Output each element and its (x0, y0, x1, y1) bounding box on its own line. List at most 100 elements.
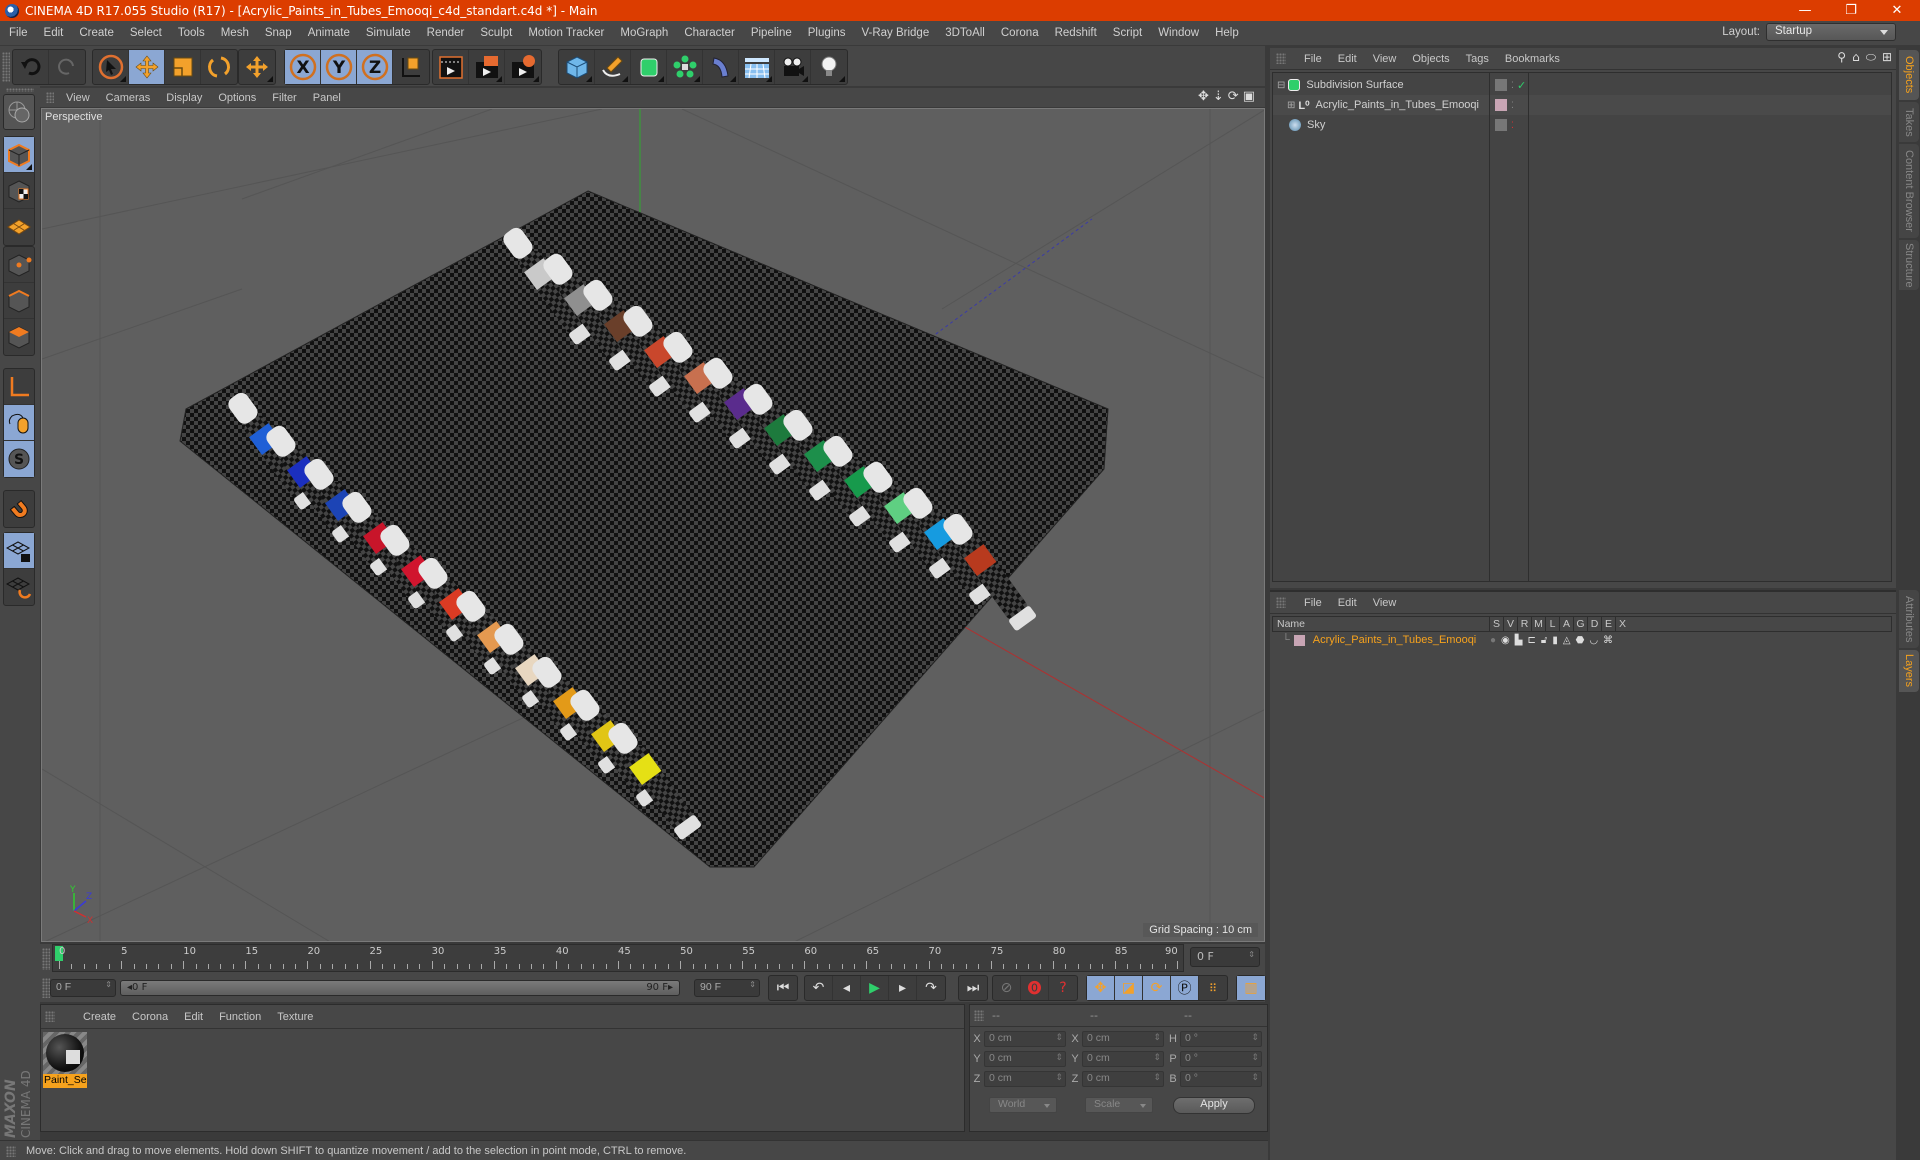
end-frame-field[interactable]: 90 F ⇕ (694, 979, 760, 997)
move-button[interactable] (129, 50, 165, 84)
bend-deformer-button[interactable] (703, 50, 739, 84)
menu-snap[interactable]: Snap (265, 27, 292, 39)
tweak-mode-button[interactable] (4, 405, 34, 441)
new-window-icon[interactable]: ⊞ (1882, 50, 1892, 65)
object-menu-objects[interactable]: Objects (1412, 53, 1449, 65)
layer-menu-edit[interactable]: Edit (1338, 597, 1357, 609)
viewport-menu-cameras[interactable]: Cameras (106, 92, 151, 104)
menu-sculpt[interactable]: Sculpt (480, 27, 512, 39)
menu-file[interactable]: File (9, 27, 28, 39)
layer-column-x[interactable]: X (1615, 617, 1629, 631)
viewport-menu-view[interactable]: View (66, 92, 90, 104)
generators-flag-icon[interactable]: ◬ (1563, 635, 1571, 646)
toggle-icon[interactable]: ⬭ (1866, 50, 1876, 65)
redo-button[interactable] (49, 50, 85, 84)
editor-visibility-icon[interactable] (1495, 119, 1507, 131)
workplane-align-button[interactable] (4, 569, 34, 605)
transform-mode-dropdown[interactable]: Scale (1085, 1097, 1153, 1113)
coordinates-grip[interactable] (974, 1010, 984, 1021)
keyframe-selection-button[interactable]: ? (1049, 976, 1077, 1000)
coordinate-mode-dropdown[interactable]: World (989, 1097, 1057, 1113)
layer-column-name[interactable]: Name (1273, 618, 1489, 630)
menu-plugins[interactable]: Plugins (808, 27, 846, 39)
menu-simulate[interactable]: Simulate (366, 27, 411, 39)
menu-select[interactable]: Select (130, 27, 162, 39)
workplane-lock-button[interactable] (4, 533, 34, 569)
render-flag-icon[interactable]: ▙ (1515, 635, 1523, 646)
timeline-ruler[interactable]: 0 5 10 15 20 25 30 35 40 45 50 55 60 65 70 75 80 85 90 (52, 944, 1184, 972)
object-row-sky[interactable]: Sky ⁚ (1273, 115, 1891, 135)
menu-motion-tracker[interactable]: Motion Tracker (528, 27, 604, 39)
cloner-button[interactable] (667, 50, 703, 84)
layer-column-e[interactable]: E (1601, 617, 1615, 631)
viewport[interactable]: Perspective Y Z X Grid Spacing : 10 cm (41, 108, 1265, 942)
object-row-acrylic-paints[interactable]: ⊞ L⁰ Acrylic_Paints_in_Tubes_Emooqi ⁚ (1273, 95, 1891, 115)
x-axis-lock-button[interactable]: X (285, 50, 321, 84)
menu-3dtoall[interactable]: 3DToAll (945, 27, 985, 39)
make-editable-button[interactable] (4, 95, 34, 129)
layer-column-s[interactable]: S (1489, 617, 1503, 631)
preview-range-slider[interactable]: ◂0 F 90 F▸ (120, 980, 680, 996)
edges-mode-button[interactable] (4, 283, 34, 319)
floor-button[interactable] (739, 50, 775, 84)
size-x-field[interactable]: 0 cm (1082, 1031, 1164, 1047)
size-y-field[interactable]: 0 cm (1082, 1051, 1164, 1067)
rotate-button[interactable] (201, 50, 237, 84)
layer-color-swatch[interactable] (1495, 99, 1507, 111)
deformers-flag-icon[interactable]: ⬣ (1576, 635, 1585, 646)
menu-character[interactable]: Character (684, 27, 735, 39)
size-z-field[interactable]: 0 cm (1082, 1071, 1164, 1087)
solo-flag-icon[interactable]: ● (1490, 635, 1496, 646)
scale-button[interactable] (165, 50, 201, 84)
menu-help[interactable]: Help (1215, 27, 1239, 39)
z-axis-lock-button[interactable]: Z (357, 50, 393, 84)
tab-takes[interactable]: Takes (1899, 102, 1919, 142)
object-menu-tags[interactable]: Tags (1466, 53, 1489, 65)
viewport-grip[interactable] (46, 92, 54, 103)
expressions-flag-icon[interactable]: ◡ (1589, 635, 1598, 646)
menu-render[interactable]: Render (427, 27, 465, 39)
view-flag-icon[interactable]: ◉ (1501, 635, 1510, 646)
xref-flag-icon[interactable]: ⌘ (1603, 635, 1613, 646)
next-key-button[interactable]: ↷ (917, 976, 945, 1000)
menu-redshift[interactable]: Redshift (1055, 27, 1097, 39)
menu-tools[interactable]: Tools (178, 27, 205, 39)
camera-button[interactable] (775, 50, 811, 84)
undo-button[interactable] (13, 50, 49, 84)
live-select-button[interactable] (93, 50, 129, 84)
modes-toolbar-grip[interactable] (6, 88, 34, 92)
layer-column-a[interactable]: A (1559, 617, 1573, 631)
maximize-button[interactable]: ❐ (1828, 0, 1874, 21)
key-rotation-button[interactable]: ⟳ (1143, 976, 1171, 1000)
layer-menu-file[interactable]: File (1304, 597, 1322, 609)
controls-grip[interactable] (42, 978, 50, 998)
search-icon[interactable]: ⚲ (1837, 50, 1846, 65)
play-button[interactable]: ▶ (861, 976, 889, 1000)
timeline-grip[interactable] (42, 948, 50, 970)
rotation-h-field[interactable]: 0 ° (1180, 1031, 1262, 1047)
viewport-menu-options[interactable]: Options (218, 92, 256, 104)
object-row-subdivision-surface[interactable]: ⊟ Subdivision Surface ⁚ ✓ (1273, 75, 1891, 95)
material-menu-texture[interactable]: Texture (277, 1011, 313, 1023)
step-forward-button[interactable]: ▸ (889, 976, 917, 1000)
timeline-button[interactable]: ▥ (1237, 976, 1265, 1000)
axis-mode-button[interactable] (4, 369, 34, 405)
menu-window[interactable]: Window (1158, 27, 1199, 39)
position-y-field[interactable]: 0 cm (984, 1051, 1066, 1067)
tab-attributes[interactable]: Attributes (1899, 590, 1919, 648)
solo-mode-button[interactable]: S (4, 441, 34, 477)
position-x-field[interactable]: 0 cm (984, 1031, 1066, 1047)
material-menu-corona[interactable]: Corona (132, 1011, 168, 1023)
material-grip[interactable] (45, 1011, 55, 1022)
pan-view-icon[interactable]: ✥ (1198, 89, 1209, 104)
object-menu-view[interactable]: View (1373, 53, 1397, 65)
expand-icon[interactable]: ⊞ (1287, 100, 1295, 111)
orbit-view-icon[interactable]: ⟳ (1228, 89, 1239, 104)
render-settings-button[interactable] (505, 50, 541, 84)
key-parameter-button[interactable]: Ⓟ (1171, 976, 1199, 1000)
layer-column-v[interactable]: V (1503, 617, 1517, 631)
tab-content-browser[interactable]: Content Browser (1899, 144, 1919, 238)
motion-record-button[interactable]: ⊘ (993, 976, 1021, 1000)
material-menu-edit[interactable]: Edit (184, 1011, 203, 1023)
layer-column-l[interactable]: L (1545, 617, 1559, 631)
